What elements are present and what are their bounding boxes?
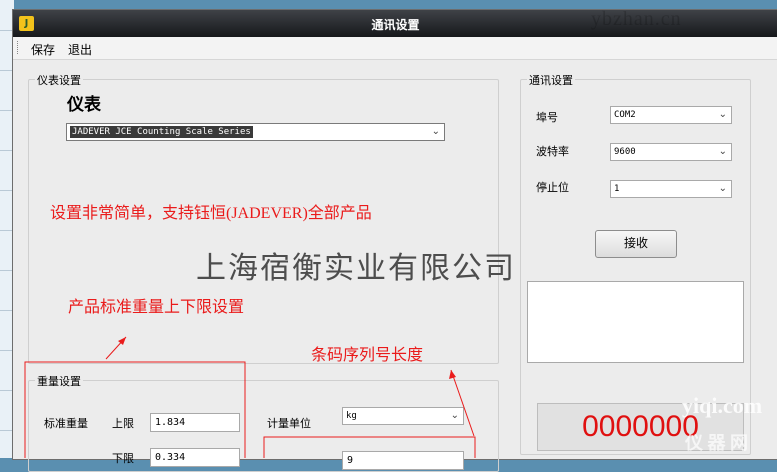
annotation-overlay [24,336,476,458]
watermark-bottom-cn: 仪 器 网 [685,433,748,453]
barcode-arrowhead [449,370,456,379]
barcode-arrow [450,369,475,437]
barcode-highlight-box [263,436,476,458]
weight-highlight-box [24,361,246,458]
watermark-bottom: yiqi.com [682,393,763,418]
watermark-top: ybzhan.cn [591,8,682,30]
